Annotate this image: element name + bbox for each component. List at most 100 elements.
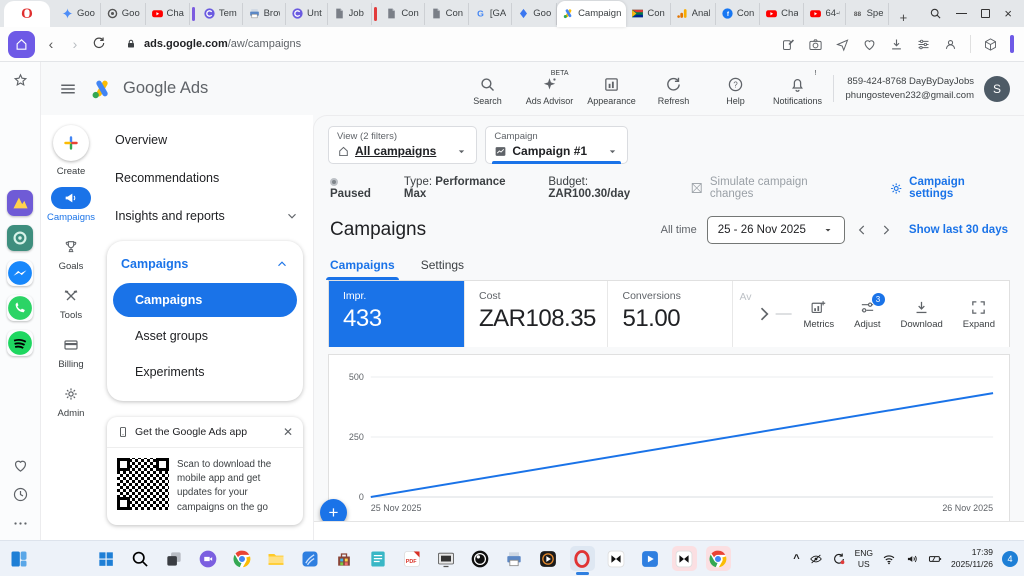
tab-channel-2[interactable]: Chan [760, 3, 804, 25]
header-help[interactable]: ? Help [707, 72, 765, 106]
subnav-campaigns[interactable]: Campaigns [113, 283, 297, 317]
prev-range-chevron[interactable] [855, 223, 869, 237]
date-range-picker[interactable]: 25 - 26 Nov 2025 [707, 216, 845, 244]
table-search-icon[interactable] [510, 527, 523, 540]
tab-conn-2[interactable]: Conn [425, 3, 469, 25]
create-button[interactable] [53, 125, 89, 161]
sync-icon[interactable] [832, 552, 846, 566]
taskbar-chat[interactable] [196, 546, 221, 571]
snapshot-icon[interactable] [808, 37, 823, 52]
scorecard-impressions[interactable]: Impr. 433 [329, 281, 465, 347]
taskbar-tv[interactable] [434, 546, 459, 571]
history-clock-icon[interactable] [12, 486, 29, 503]
tab-conn-1[interactable]: Conn [380, 3, 424, 25]
forward-button[interactable]: › [67, 36, 83, 52]
taskbar-notes[interactable] [366, 546, 391, 571]
tab-untitled[interactable]: Untit [286, 3, 328, 25]
easy-setup-icon[interactable] [916, 37, 931, 52]
header-ads-advisor[interactable]: BETA Ads Advisor [521, 72, 579, 106]
metrics-button[interactable]: Metrics [803, 299, 834, 330]
taskbar-search[interactable] [128, 546, 153, 571]
scorecard-overflow[interactable]: Av — [733, 281, 803, 347]
avatar[interactable]: S [984, 76, 1010, 102]
tab-analytics[interactable]: Analy [671, 3, 716, 25]
scorecard-conversions[interactable]: Conversions 51.00 [608, 281, 733, 347]
tab-template[interactable]: Temp [198, 3, 243, 25]
back-button[interactable]: ‹ [43, 36, 59, 52]
subnav-overview[interactable]: Overview [101, 121, 313, 159]
subnav-recommendations[interactable]: Recommendations [101, 159, 313, 197]
tab-job-l[interactable]: Job L [328, 3, 373, 25]
taskbar-obs[interactable] [468, 546, 493, 571]
language-switcher[interactable]: ENG US [855, 548, 873, 568]
tab-conn-3[interactable]: Conn [626, 3, 670, 25]
subnav-insights[interactable]: Insights and reports [101, 197, 313, 235]
tab-google[interactable]: Goog [101, 3, 146, 25]
download-icon[interactable] [889, 37, 904, 52]
sidebar-app-2[interactable] [7, 225, 33, 251]
promo-close-icon[interactable]: ✕ [283, 425, 293, 439]
header-search[interactable]: Search [459, 72, 517, 106]
table-download-icon[interactable] [714, 527, 727, 540]
header-appearance[interactable]: Appearance [583, 72, 641, 106]
table-filter-icon[interactable] [561, 527, 574, 540]
new-tab-button[interactable]: + [893, 7, 913, 27]
taskbar-start[interactable] [94, 546, 119, 571]
opera-menu-button[interactable]: O [4, 1, 50, 27]
tab-conn-4[interactable]: f Conn [716, 3, 760, 25]
nav-admin[interactable]: Admin [51, 383, 91, 419]
view-filter-dropdown[interactable]: View (2 filters) All campaigns [328, 126, 477, 164]
maximize-button[interactable] [981, 9, 990, 18]
campaign-filter-dropdown[interactable]: Campaign Campaign #1 [485, 126, 628, 164]
taskbar-chrome[interactable] [230, 546, 255, 571]
nav-billing[interactable]: Billing [51, 334, 91, 370]
tab-campaign[interactable]: Campaign [557, 1, 626, 27]
header-notifications[interactable]: ! Notifications [769, 72, 827, 106]
sidebar-whatsapp[interactable] [7, 295, 33, 321]
campaign-settings-button[interactable]: Campaign settings [889, 176, 1008, 200]
nav-goals[interactable]: Goals [51, 236, 91, 272]
header-refresh[interactable]: Refresh [645, 72, 703, 106]
extension-cube-icon[interactable] [983, 37, 998, 52]
minimize-button[interactable] [956, 13, 967, 14]
volume-icon[interactable] [905, 552, 919, 566]
taskbar-task-view[interactable] [162, 546, 187, 571]
close-button[interactable]: × [1004, 7, 1012, 20]
tab-search-icon[interactable] [929, 7, 942, 20]
bookmark-heart-icon[interactable] [862, 37, 877, 52]
taskbar-pdf[interactable]: PDF [400, 546, 425, 571]
more-dots-icon[interactable] [12, 515, 29, 532]
table-expand-icon[interactable] [765, 527, 778, 540]
adjust-button[interactable]: 3 Adjust [854, 299, 880, 330]
taskbar-widgets[interactable] [6, 546, 31, 571]
sidebar-app-1[interactable] [7, 190, 33, 216]
tab-browse[interactable]: Brow [243, 3, 286, 25]
likes-heart-icon[interactable] [12, 457, 29, 474]
reload-button[interactable] [91, 36, 107, 53]
taskbar-media-player[interactable] [536, 546, 561, 571]
subnav-asset-groups[interactable]: Asset groups [113, 319, 297, 353]
url-field[interactable]: ads.google.com/aw/campaigns [115, 31, 773, 57]
taskbar-capcut[interactable] [604, 546, 629, 571]
taskbar-capcut-2[interactable] [672, 546, 697, 571]
nav-campaigns[interactable]: Campaigns [47, 187, 95, 223]
taskbar-opera[interactable] [570, 546, 595, 571]
content-tab-campaigns[interactable]: Campaigns [330, 258, 395, 280]
download-button[interactable]: Download [901, 299, 943, 330]
tab-channel[interactable]: Chan [146, 3, 190, 25]
table-more-icon[interactable] [816, 527, 829, 540]
speed-dial-icon[interactable] [12, 72, 29, 89]
edit-page-icon[interactable] [781, 37, 796, 52]
taskbar-store[interactable] [332, 546, 357, 571]
send-icon[interactable] [835, 37, 850, 52]
wifi-icon[interactable] [882, 552, 896, 566]
sidebar-messenger[interactable] [7, 260, 33, 286]
tab-speed[interactable]: 88 Spee [846, 3, 890, 25]
tray-chevron-up[interactable]: ^ [793, 553, 799, 565]
nav-tools[interactable]: Tools [51, 285, 91, 321]
taskbar-printer[interactable] [502, 546, 527, 571]
taskbar-explorer[interactable] [264, 546, 289, 571]
notification-count-badge[interactable]: 4 [1002, 551, 1018, 567]
taskbar-app-blue[interactable] [298, 546, 323, 571]
tab-ga4[interactable]: G [GA4 [469, 3, 512, 25]
